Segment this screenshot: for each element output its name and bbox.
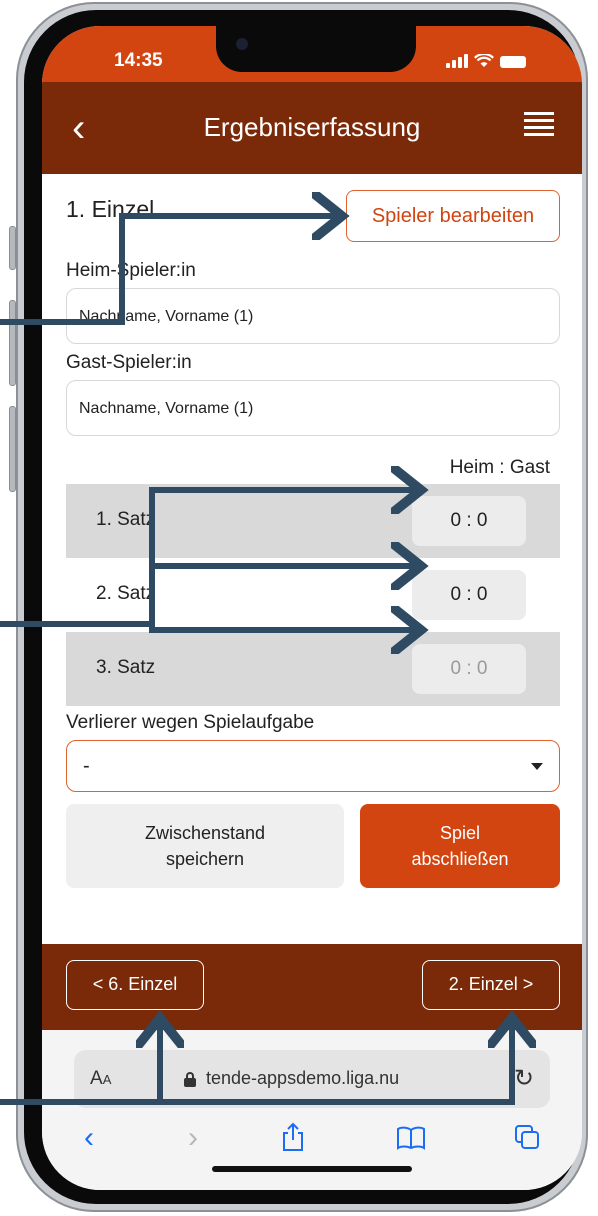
bookmarks-icon[interactable] bbox=[396, 1126, 426, 1150]
back-icon[interactable]: ‹ bbox=[84, 1120, 94, 1156]
forfeit-select[interactable]: - bbox=[66, 740, 560, 792]
save-interim-label-line2: speichern bbox=[165, 849, 245, 869]
guest-player-label: Gast-Spieler:in bbox=[66, 352, 192, 373]
status-icons bbox=[446, 54, 526, 68]
guest-player-value: Nachname, Vorname (1) bbox=[79, 400, 254, 417]
set-row: 2. Satz 0 : 0 bbox=[66, 558, 560, 632]
front-camera-icon bbox=[236, 38, 248, 50]
edit-players-button[interactable]: Spieler bearbeiten bbox=[346, 190, 560, 242]
match-entry-form: 1. Einzel Spieler bearbeiten Heim-Spiele… bbox=[42, 174, 582, 944]
set-score-input[interactable]: 0 : 0 bbox=[412, 496, 526, 546]
finish-match-label-line2: abschließen bbox=[411, 849, 509, 869]
previous-match-button[interactable]: < 6. Einzel bbox=[66, 960, 204, 1010]
next-match-button[interactable]: 2. Einzel > bbox=[422, 960, 560, 1010]
finish-match-label-line1: Spiel bbox=[439, 823, 481, 843]
text-size-button[interactable]: AA bbox=[90, 1068, 111, 1090]
set-label: 3. Satz bbox=[96, 657, 156, 678]
battery-icon bbox=[500, 56, 526, 68]
status-time: 14:35 bbox=[114, 50, 163, 71]
hamburger-menu-icon[interactable] bbox=[524, 112, 554, 140]
set-row: 3. Satz 0 : 0 bbox=[66, 632, 560, 706]
set-score-input[interactable]: 0 : 0 bbox=[412, 644, 526, 694]
set-label: 1. Satz bbox=[96, 509, 156, 530]
score-column-header: Heim : Gast bbox=[449, 457, 550, 478]
set-score-input[interactable]: 0 : 0 bbox=[412, 570, 526, 620]
wifi-icon bbox=[474, 54, 494, 67]
address-bar[interactable]: AA tende-appsdemo.liga.nu ↻ bbox=[74, 1050, 550, 1108]
caret-down-icon bbox=[531, 763, 543, 770]
tabs-icon[interactable] bbox=[514, 1124, 540, 1150]
home-player-field[interactable]: Nachname, Vorname (1) bbox=[66, 288, 560, 344]
phone-screen: 14:35 ‹ Ergebniserfassung 1. Einzel Spie… bbox=[42, 26, 582, 1190]
signal-icon bbox=[446, 54, 468, 68]
forward-icon[interactable]: › bbox=[188, 1120, 198, 1156]
lock-icon bbox=[184, 1072, 196, 1087]
home-player-value: Nachname, Vorname (1) bbox=[79, 308, 254, 325]
page-title: Ergebniserfassung bbox=[203, 112, 421, 142]
silent-switch bbox=[9, 226, 16, 270]
finish-match-button[interactable]: Spiel abschließen bbox=[360, 804, 560, 888]
match-title: 1. Einzel bbox=[66, 196, 155, 222]
url-text: tende-appsdemo.liga.nu bbox=[206, 1068, 400, 1088]
guest-player-field[interactable]: Nachname, Vorname (1) bbox=[66, 380, 560, 436]
share-icon[interactable] bbox=[280, 1122, 306, 1152]
home-indicator bbox=[212, 1166, 412, 1172]
match-navigation-bar: < 6. Einzel 2. Einzel > bbox=[42, 944, 582, 1030]
forfeit-select-value: - bbox=[83, 755, 90, 777]
browser-toolbar: ‹ › bbox=[42, 1120, 582, 1160]
save-interim-label-line1: Zwischenstand bbox=[144, 823, 266, 843]
reload-icon[interactable]: ↻ bbox=[514, 1064, 534, 1093]
save-interim-button[interactable]: Zwischenstand speichern bbox=[66, 804, 344, 888]
volume-down-button bbox=[9, 406, 16, 492]
set-label: 2. Satz bbox=[96, 583, 156, 604]
app-header: ‹ Ergebniserfassung bbox=[42, 82, 582, 174]
volume-up-button bbox=[9, 300, 16, 386]
forfeit-label: Verlierer wegen Spielaufgabe bbox=[66, 712, 315, 733]
home-player-label: Heim-Spieler:in bbox=[66, 260, 196, 281]
set-row: 1. Satz 0 : 0 bbox=[66, 484, 560, 558]
camera-notch bbox=[216, 26, 416, 72]
